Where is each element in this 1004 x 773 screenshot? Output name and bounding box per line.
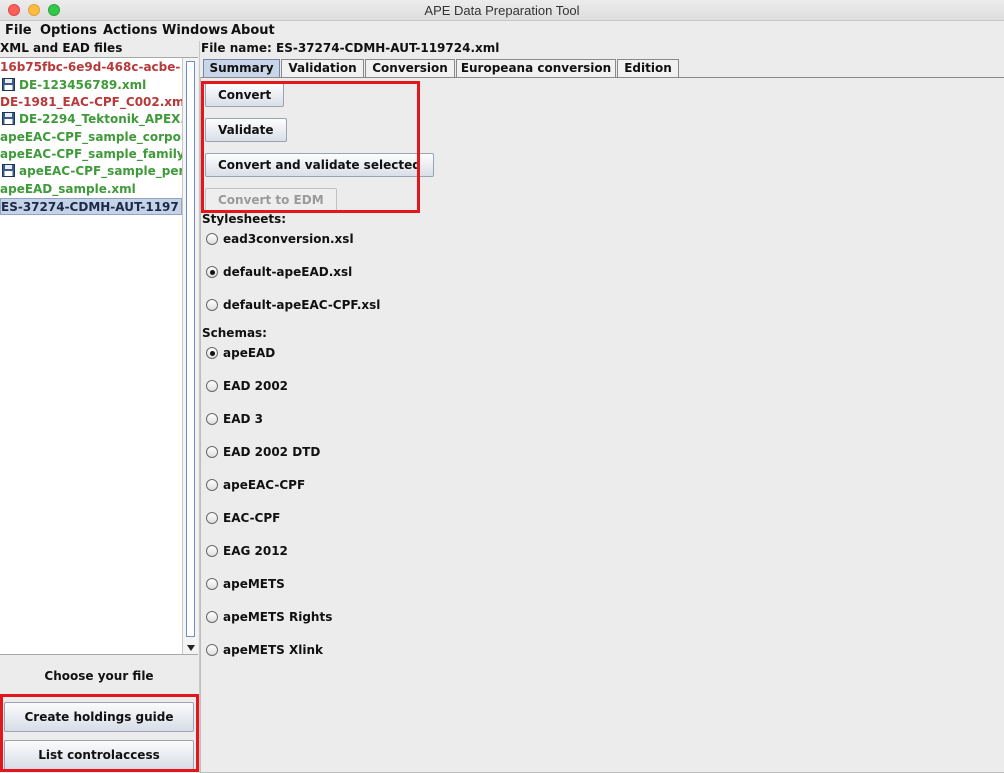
scrollbar-thumb[interactable]	[186, 61, 195, 637]
tab-validation[interactable]: Validation	[281, 59, 364, 77]
option-label: default-apeEAD.xsl	[223, 265, 353, 279]
scroll-down-arrow-icon[interactable]	[187, 645, 195, 651]
radio-button[interactable]	[206, 233, 218, 245]
tab-conversion[interactable]: Conversion	[365, 59, 455, 77]
tab-summary[interactable]: Summary	[203, 59, 280, 77]
radio-button-selected[interactable]	[206, 347, 218, 359]
file-item[interactable]: 16b75fbc-6e9d-468c-acbe-	[0, 59, 182, 76]
schema-option[interactable]: EAG 2012	[206, 543, 288, 559]
convert-to-edm-button[interactable]: Convert to EDM	[205, 188, 337, 212]
floppy-disk-icon	[2, 112, 15, 125]
schema-option[interactable]: EAD 2002 DTD	[206, 444, 320, 460]
convert-button[interactable]: Convert	[205, 83, 285, 107]
schema-option[interactable]: apeEAC-CPF	[206, 477, 305, 493]
file-item[interactable]: DE-123456789.xml	[0, 77, 182, 94]
tab-europeana-conversion[interactable]: Europeana conversion	[456, 59, 616, 77]
stylesheets-label: Stylesheets:	[202, 212, 287, 226]
schema-option[interactable]: apeMETS Xlink	[206, 642, 323, 658]
radio-button[interactable]	[206, 413, 218, 425]
radio-button[interactable]	[206, 644, 218, 656]
schema-option[interactable]: apeMETS	[206, 576, 285, 592]
menu-options[interactable]: Options	[40, 23, 97, 38]
file-item-label: 16b75fbc-6e9d-468c-acbe-	[0, 60, 181, 74]
file-item[interactable]: apeEAD_sample.xml	[0, 181, 182, 198]
schema-option[interactable]: apeMETS Rights	[206, 609, 332, 625]
option-label: EAC-CPF	[223, 511, 281, 525]
file-item[interactable]: DE-2294_Tektonik_APEX.:	[0, 111, 182, 128]
schema-option[interactable]: EAC-CPF	[206, 510, 280, 526]
option-label: apeEAC-CPF	[223, 478, 306, 492]
option-label: EAD 2002 DTD	[223, 445, 321, 459]
radio-button[interactable]	[206, 512, 218, 524]
file-item[interactable]: DE-1981_EAC-CPF_C002.xm	[0, 94, 182, 111]
file-item-selected[interactable]: ES-37274-CDMH-AUT-1197	[0, 198, 182, 215]
tab-edition[interactable]: Edition	[617, 59, 679, 77]
radio-button[interactable]	[206, 446, 218, 458]
radio-button[interactable]	[206, 578, 218, 590]
radio-button[interactable]	[206, 299, 218, 311]
window-title: APE Data Preparation Tool	[424, 3, 580, 18]
create-holdings-guide-button[interactable]: Create holdings guide	[4, 702, 194, 732]
file-item[interactable]: apeEAC-CPF_sample_corpora	[0, 129, 182, 146]
option-label: EAG 2012	[223, 544, 288, 558]
option-label: apeMETS Xlink	[223, 643, 323, 657]
file-item[interactable]: apeEAC-CPF_sample_family.x	[0, 146, 182, 163]
option-label: apeMETS Rights	[223, 610, 333, 624]
file-name-label: File name: ES-37274-CDMH-AUT-119724.xml	[201, 41, 500, 55]
menu-actions[interactable]: Actions	[103, 23, 157, 38]
file-item-label: apeEAC-CPF_sample_family.x	[0, 147, 182, 161]
radio-button[interactable]	[206, 545, 218, 557]
option-label: apeMETS	[223, 577, 285, 591]
menu-about[interactable]: About	[231, 23, 275, 38]
list-controlaccess-button[interactable]: List controlaccess	[4, 740, 194, 770]
file-item-label: apeEAC-CPF_sample_corpora	[0, 130, 182, 144]
option-label: apeEAD	[223, 346, 276, 360]
title-bar: APE Data Preparation Tool	[0, 0, 1004, 21]
radio-button[interactable]	[206, 380, 218, 392]
file-item-label: ES-37274-CDMH-AUT-1197	[1, 200, 179, 214]
option-label: EAD 2002	[223, 379, 289, 393]
file-item-label: apeEAD_sample.xml	[0, 182, 136, 196]
menu-file[interactable]: File	[5, 23, 32, 38]
file-item-label: DE-123456789.xml	[19, 78, 147, 92]
stylesheet-option[interactable]: default-apeEAC-CPF.xsl	[206, 297, 380, 313]
file-item-label: DE-2294_Tektonik_APEX.:	[19, 112, 182, 126]
file-item[interactable]: apeEAC-CPF_sample_pers	[0, 163, 182, 180]
option-label: default-apeEAC-CPF.xsl	[223, 298, 381, 312]
file-item-label: apeEAC-CPF_sample_pers	[19, 164, 182, 178]
schemas-label: Schemas:	[202, 326, 267, 340]
schema-option[interactable]: EAD 2002	[206, 378, 288, 394]
menu-windows[interactable]: Windows	[162, 23, 228, 38]
file-item-label: DE-1981_EAC-CPF_C002.xm	[0, 95, 182, 109]
floppy-disk-icon	[2, 78, 15, 91]
convert-validate-selected-button[interactable]: Convert and validate selected	[205, 153, 434, 177]
validate-button[interactable]: Validate	[205, 118, 287, 142]
floppy-disk-icon	[2, 164, 15, 177]
radio-button[interactable]	[206, 479, 218, 491]
stylesheet-option[interactable]: ead3conversion.xsl	[206, 231, 354, 247]
option-label: ead3conversion.xsl	[223, 232, 354, 246]
schema-option[interactable]: EAD 3	[206, 411, 263, 427]
file-list-header: XML and EAD files	[0, 41, 123, 55]
summary-panel	[200, 77, 1004, 773]
menu-bar: File Options Actions Windows About	[0, 21, 1004, 40]
choose-file-label: Choose your file	[44, 669, 154, 683]
schema-option[interactable]: apeEAD	[206, 345, 275, 361]
option-label: EAD 3	[223, 412, 263, 426]
stylesheet-option[interactable]: default-apeEAD.xsl	[206, 264, 352, 280]
file-list-scrollbar[interactable]	[182, 58, 198, 654]
radio-button[interactable]	[206, 611, 218, 623]
file-list[interactable]: 16b75fbc-6e9d-468c-acbe- DE-123456789.xm…	[0, 57, 198, 655]
radio-button-selected[interactable]	[206, 266, 218, 278]
